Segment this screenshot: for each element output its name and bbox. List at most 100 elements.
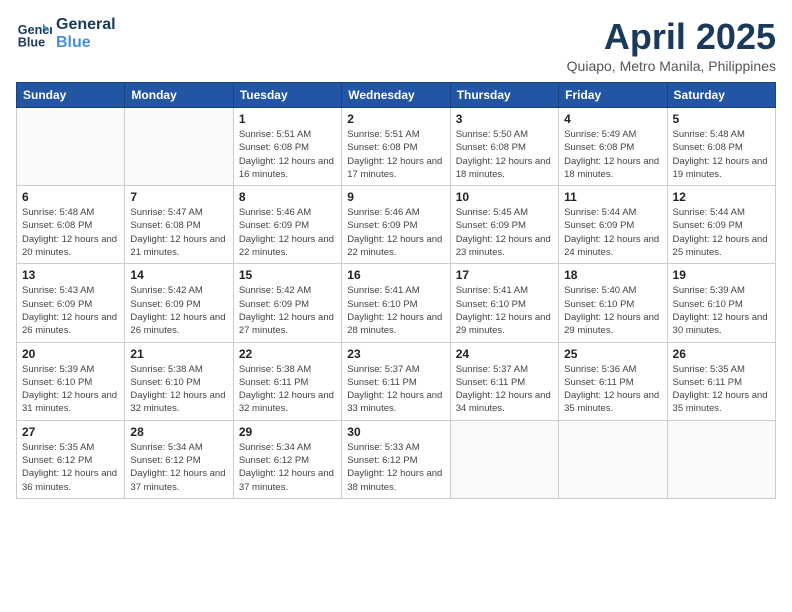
day-number: 23 [347,347,444,361]
calendar-cell: 2 Sunrise: 5:51 AM Sunset: 6:08 PM Daylig… [342,108,450,186]
calendar-cell [125,108,233,186]
day-info: Sunrise: 5:44 AM Sunset: 6:09 PM Dayligh… [673,206,770,259]
day-number: 10 [456,190,553,204]
day-number: 5 [673,112,770,126]
calendar-cell: 20 Sunrise: 5:39 AM Sunset: 6:10 PM Dayli… [17,342,125,420]
day-info: Sunrise: 5:38 AM Sunset: 6:11 PM Dayligh… [239,363,336,416]
calendar-cell: 18Sunrise: 5:40 AM Sunset: 6:10 PM Dayli… [559,264,667,342]
calendar-week-2: 6 Sunrise: 5:48 AM Sunset: 6:08 PM Daylig… [17,186,776,264]
calendar-cell: 17Sunrise: 5:41 AM Sunset: 6:10 PM Dayli… [450,264,558,342]
calendar-week-5: 27 Sunrise: 5:35 AM Sunset: 6:12 PM Dayli… [17,420,776,498]
day-info: Sunrise: 5:42 AM Sunset: 6:09 PM Dayligh… [130,284,227,337]
day-number: 12 [673,190,770,204]
day-number: 7 [130,190,227,204]
day-number: 2 [347,112,444,126]
calendar-cell: 27 Sunrise: 5:35 AM Sunset: 6:12 PM Dayli… [17,420,125,498]
calendar-cell: 10 Sunrise: 5:45 AM Sunset: 6:09 PM Dayli… [450,186,558,264]
weekday-header-friday: Friday [559,83,667,108]
day-info: Sunrise: 5:46 AM Sunset: 6:09 PM Dayligh… [239,206,336,259]
day-info: Sunrise: 5:45 AM Sunset: 6:09 PM Dayligh… [456,206,553,259]
logo-general: General [56,16,116,34]
weekday-header-saturday: Saturday [667,83,775,108]
calendar-cell [559,420,667,498]
weekday-header-monday: Monday [125,83,233,108]
day-number: 3 [456,112,553,126]
calendar-cell [450,420,558,498]
calendar-table: SundayMondayTuesdayWednesdayThursdayFrid… [16,82,776,499]
calendar-cell: 15Sunrise: 5:42 AM Sunset: 6:09 PM Dayli… [233,264,341,342]
calendar-cell: 28 Sunrise: 5:34 AM Sunset: 6:12 PM Dayli… [125,420,233,498]
calendar-week-3: 13 Sunrise: 5:43 AM Sunset: 6:09 PM Dayli… [17,264,776,342]
day-info: Sunrise: 5:39 AM Sunset: 6:10 PM Dayligh… [22,363,119,416]
weekday-header-wednesday: Wednesday [342,83,450,108]
weekday-header-sunday: Sunday [17,83,125,108]
calendar-cell: 11 Sunrise: 5:44 AM Sunset: 6:09 PM Dayli… [559,186,667,264]
month-title: April 2025 [567,16,776,58]
day-number: 9 [347,190,444,204]
day-number: 20 [22,347,119,361]
day-number: 15 [239,268,336,282]
day-number: 28 [130,425,227,439]
day-info: Sunrise: 5:51 AM Sunset: 6:08 PM Dayligh… [239,128,336,181]
calendar-cell: 25 Sunrise: 5:36 AM Sunset: 6:11 PM Dayli… [559,342,667,420]
day-info: Sunrise: 5:35 AM Sunset: 6:11 PM Dayligh… [673,363,770,416]
day-info: Sunrise: 5:37 AM Sunset: 6:11 PM Dayligh… [456,363,553,416]
day-info: Sunrise: 5:41 AM Sunset: 6:10 PM Dayligh… [347,284,444,337]
calendar-cell: 24Sunrise: 5:37 AM Sunset: 6:11 PM Dayli… [450,342,558,420]
day-number: 13 [22,268,119,282]
logo-blue: Blue [56,34,116,52]
day-number: 29 [239,425,336,439]
day-info: Sunrise: 5:40 AM Sunset: 6:10 PM Dayligh… [564,284,661,337]
calendar-cell: 5 Sunrise: 5:48 AM Sunset: 6:08 PM Daylig… [667,108,775,186]
calendar-cell: 23 Sunrise: 5:37 AM Sunset: 6:11 PM Dayli… [342,342,450,420]
logo-icon: General Blue [16,16,52,52]
calendar-cell: 6 Sunrise: 5:48 AM Sunset: 6:08 PM Daylig… [17,186,125,264]
day-number: 16 [347,268,444,282]
day-info: Sunrise: 5:51 AM Sunset: 6:08 PM Dayligh… [347,128,444,181]
day-info: Sunrise: 5:44 AM Sunset: 6:09 PM Dayligh… [564,206,661,259]
day-info: Sunrise: 5:48 AM Sunset: 6:08 PM Dayligh… [22,206,119,259]
page-header: General Blue General Blue April 2025 Qui… [16,16,776,74]
day-info: Sunrise: 5:49 AM Sunset: 6:08 PM Dayligh… [564,128,661,181]
calendar-cell: 29Sunrise: 5:34 AM Sunset: 6:12 PM Dayli… [233,420,341,498]
day-info: Sunrise: 5:33 AM Sunset: 6:12 PM Dayligh… [347,441,444,494]
day-number: 30 [347,425,444,439]
calendar-week-4: 20 Sunrise: 5:39 AM Sunset: 6:10 PM Dayli… [17,342,776,420]
day-number: 17 [456,268,553,282]
day-info: Sunrise: 5:36 AM Sunset: 6:11 PM Dayligh… [564,363,661,416]
day-number: 1 [239,112,336,126]
calendar-cell: 8 Sunrise: 5:46 AM Sunset: 6:09 PM Daylig… [233,186,341,264]
day-info: Sunrise: 5:34 AM Sunset: 6:12 PM Dayligh… [130,441,227,494]
day-number: 22 [239,347,336,361]
day-info: Sunrise: 5:50 AM Sunset: 6:08 PM Dayligh… [456,128,553,181]
location-text: Quiapo, Metro Manila, Philippines [567,58,776,74]
calendar-cell: 4Sunrise: 5:49 AM Sunset: 6:08 PM Daylig… [559,108,667,186]
calendar-cell: 19Sunrise: 5:39 AM Sunset: 6:10 PM Dayli… [667,264,775,342]
calendar-cell: 13 Sunrise: 5:43 AM Sunset: 6:09 PM Dayli… [17,264,125,342]
day-info: Sunrise: 5:43 AM Sunset: 6:09 PM Dayligh… [22,284,119,337]
day-number: 25 [564,347,661,361]
day-info: Sunrise: 5:48 AM Sunset: 6:08 PM Dayligh… [673,128,770,181]
title-block: April 2025 Quiapo, Metro Manila, Philipp… [567,16,776,74]
day-info: Sunrise: 5:47 AM Sunset: 6:08 PM Dayligh… [130,206,227,259]
day-info: Sunrise: 5:38 AM Sunset: 6:10 PM Dayligh… [130,363,227,416]
calendar-week-1: 1 Sunrise: 5:51 AM Sunset: 6:08 PM Daylig… [17,108,776,186]
calendar-cell: 21 Sunrise: 5:38 AM Sunset: 6:10 PM Dayli… [125,342,233,420]
day-number: 19 [673,268,770,282]
weekday-header-row: SundayMondayTuesdayWednesdayThursdayFrid… [17,83,776,108]
calendar-cell: 3 Sunrise: 5:50 AM Sunset: 6:08 PM Daylig… [450,108,558,186]
day-info: Sunrise: 5:37 AM Sunset: 6:11 PM Dayligh… [347,363,444,416]
logo: General Blue General Blue [16,16,116,52]
day-number: 14 [130,268,227,282]
day-number: 21 [130,347,227,361]
day-number: 27 [22,425,119,439]
day-number: 8 [239,190,336,204]
calendar-cell [667,420,775,498]
calendar-cell: 12 Sunrise: 5:44 AM Sunset: 6:09 PM Dayli… [667,186,775,264]
day-info: Sunrise: 5:35 AM Sunset: 6:12 PM Dayligh… [22,441,119,494]
day-number: 6 [22,190,119,204]
weekday-header-thursday: Thursday [450,83,558,108]
calendar-cell [17,108,125,186]
calendar-cell: 26Sunrise: 5:35 AM Sunset: 6:11 PM Dayli… [667,342,775,420]
day-number: 11 [564,190,661,204]
